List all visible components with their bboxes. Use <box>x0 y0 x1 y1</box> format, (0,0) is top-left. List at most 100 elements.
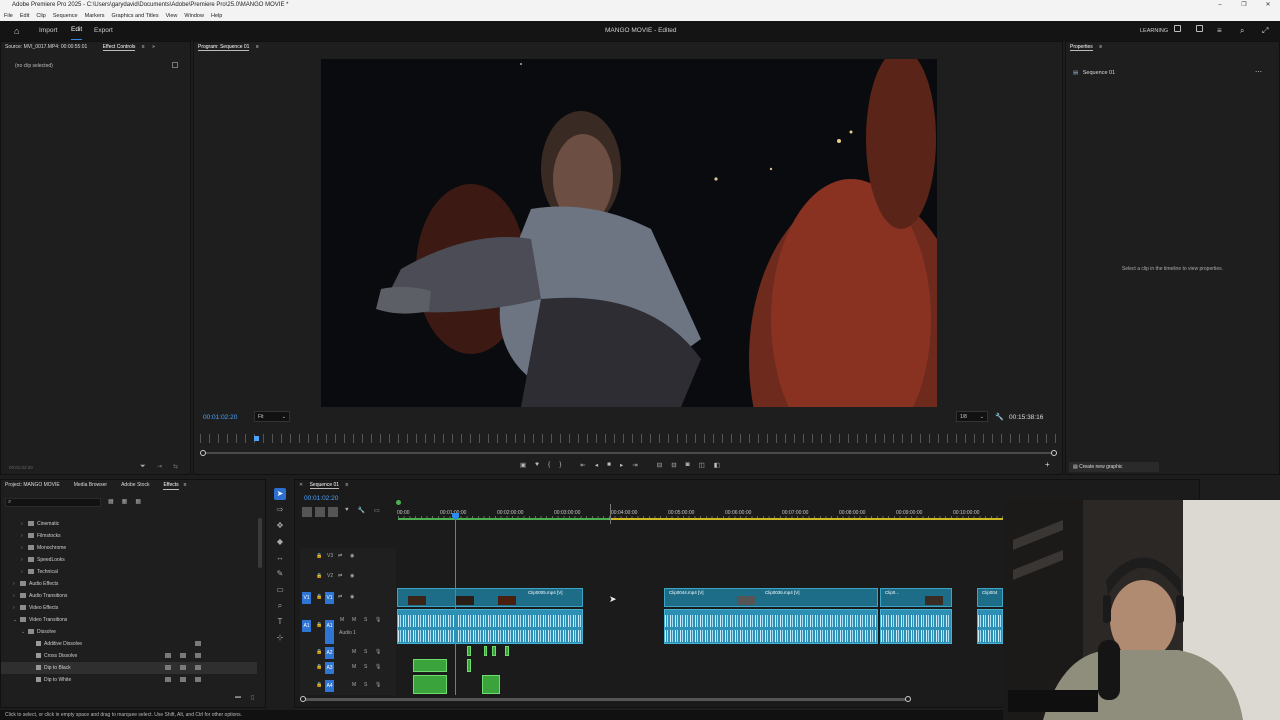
eye-icon[interactable]: ◉ <box>350 553 354 559</box>
extract-icon[interactable]: ⊟ <box>671 461 676 469</box>
audio-clip-a3[interactable] <box>413 659 447 672</box>
type-tool-icon[interactable]: T <box>274 616 286 628</box>
ripple-edit-tool-icon[interactable]: ✥ <box>274 520 286 532</box>
delete-icon[interactable]: ▯ <box>251 694 254 701</box>
audio-clip-a2[interactable] <box>467 646 471 656</box>
selection-tool-icon[interactable]: ➤ <box>274 488 286 500</box>
effects-scrollbar[interactable] <box>258 518 262 568</box>
tab-project[interactable]: Project: MANGO MOVIE <box>5 480 60 490</box>
mute-a1-button[interactable]: M <box>352 617 356 623</box>
disclosure-chevron-icon[interactable]: › <box>13 578 20 590</box>
in-point-marker[interactable] <box>396 500 401 505</box>
menu-window[interactable]: Window <box>184 11 204 21</box>
track-target-a4[interactable]: A4 <box>325 680 334 692</box>
audio-clip-a4[interactable] <box>413 675 447 694</box>
add-marker-icon[interactable]: ♥ <box>535 461 539 469</box>
effect-folder[interactable]: ⌄ Video Transitions <box>1 614 257 626</box>
audio-clip[interactable] <box>397 609 583 644</box>
fullscreen-icon[interactable]: ⤢ <box>1262 21 1268 41</box>
slip-tool-icon[interactable]: ↔ <box>274 552 286 564</box>
solo-a3-button[interactable]: S <box>364 664 367 670</box>
tab-adobe-stock[interactable]: Adobe Stock <box>121 480 149 490</box>
resolution-select[interactable]: 1/8 ⌄ <box>956 411 988 422</box>
track-target-a1[interactable]: A1 <box>325 620 334 644</box>
remix-tool-icon[interactable]: ⊹ <box>274 632 286 644</box>
source-patch-a1[interactable]: A1 <box>302 620 311 632</box>
menu-clip[interactable]: Clip <box>36 11 45 21</box>
accelerated-effects-icon[interactable]: ▦ <box>108 498 114 505</box>
tab-properties[interactable]: Properties <box>1070 44 1093 51</box>
proxy-icon[interactable]: ◧ <box>714 461 720 469</box>
hand-tool-icon[interactable]: ⌕ <box>274 600 286 612</box>
lift-clip-icon[interactable]: ⊟ <box>657 461 662 469</box>
mute-a2-button[interactable]: M <box>352 649 356 655</box>
audio-clip[interactable] <box>880 609 952 644</box>
microphone-icon[interactable]: 🎙 <box>375 664 381 670</box>
effect-folder[interactable]: › Filmstocks <box>1 530 257 542</box>
nest-icon[interactable] <box>302 507 312 517</box>
step-back-icon[interactable]: ◂ <box>595 461 598 469</box>
effect-folder[interactable]: ⌄ Dissolve <box>1 626 257 638</box>
menu-edit[interactable]: Edit <box>20 11 29 21</box>
video-clip[interactable]: Clip0044.mp4 [V] Clip0036.mp4 [V] <box>664 588 878 607</box>
menu-view[interactable]: View <box>166 11 178 21</box>
pen-tool-icon[interactable]: ✎ <box>274 568 286 580</box>
program-time-ruler[interactable] <box>200 434 1058 443</box>
disclosure-chevron-icon[interactable]: › <box>21 566 28 578</box>
disclosure-chevron-icon[interactable]: › <box>13 590 20 602</box>
audio-clip-a2[interactable] <box>505 646 509 656</box>
home-icon[interactable]: ⌂ <box>14 21 19 41</box>
filter-icon[interactable]: ⏷ <box>140 463 146 471</box>
properties-menu-icon[interactable]: ≡ <box>1099 44 1102 50</box>
lock-icon[interactable]: 🔒 <box>316 664 322 670</box>
lock-icon[interactable]: 🔒 <box>316 649 322 655</box>
add-marker-icon[interactable]: ♥ <box>345 507 349 517</box>
video-clip[interactable]: Clip004 <box>977 588 1003 607</box>
lock-icon[interactable]: 🔒 <box>316 553 322 559</box>
effect-folder[interactable]: › Technical <box>1 566 257 578</box>
microphone-icon[interactable]: 🎙 <box>375 682 381 688</box>
effect-folder[interactable]: › Video Effects <box>1 602 257 614</box>
solo-a2-button[interactable]: S <box>364 649 367 655</box>
audio-clip-a4[interactable] <box>482 675 500 694</box>
more-options-icon[interactable]: ⋯ <box>1255 68 1262 76</box>
add-button-icon[interactable]: + <box>1045 460 1050 469</box>
menu-graphics[interactable]: Graphics and Titles <box>112 11 159 21</box>
close-icon[interactable]: ✕ <box>299 482 303 488</box>
razor-tool-icon[interactable]: ◆ <box>274 536 286 548</box>
play-audio-icon[interactable]: ⇥ <box>157 463 162 470</box>
effect-item[interactable]: Cross Dissolve <box>1 650 257 662</box>
disclosure-chevron-icon[interactable]: › <box>13 602 20 614</box>
solo-a4-button[interactable]: S <box>364 682 367 688</box>
eye-icon[interactable]: ◉ <box>350 573 354 579</box>
lock-icon[interactable]: 🔒 <box>316 682 322 688</box>
lock-icon[interactable]: 🔒 <box>316 594 322 600</box>
timeline-settings-icon[interactable]: 🔧 <box>358 507 365 517</box>
yuv-effects-icon[interactable]: ▦ <box>135 498 141 505</box>
disclosure-chevron-icon[interactable]: ⌄ <box>21 626 28 638</box>
audio-clip-a3[interactable] <box>467 659 471 672</box>
export-frame-icon[interactable]: ◙ <box>686 461 690 469</box>
32bit-effects-icon[interactable]: ▦ <box>122 498 128 505</box>
tab-program[interactable]: Program: Sequence 01 <box>198 44 250 51</box>
mute-a4-button[interactable]: M <box>352 682 356 688</box>
program-zoom-bar[interactable] <box>202 452 1056 454</box>
sync-lock-icon[interactable]: ⇄ <box>338 573 342 579</box>
mute-a1[interactable]: M <box>340 617 344 623</box>
tab-effects[interactable]: Effects <box>163 480 179 490</box>
stop-icon[interactable]: ■ <box>607 461 611 469</box>
track-target-a2[interactable]: A2 <box>325 647 334 659</box>
menu-sequence[interactable]: Sequence <box>53 11 78 21</box>
tab-source[interactable]: Source: MVI_0017.MP4: 00:00:55:01 <box>5 44 87 50</box>
lock-icon[interactable]: 🔒 <box>316 622 322 628</box>
zoom-handle-right[interactable] <box>1051 450 1057 456</box>
go-to-out-icon[interactable]: ⇥ <box>632 461 637 469</box>
disclosure-chevron-icon[interactable]: › <box>21 530 28 542</box>
effect-folder[interactable]: › Monochrome <box>1 542 257 554</box>
menu-icon[interactable]: ≡ <box>1217 21 1222 41</box>
tab-media-browser[interactable]: Media Browser <box>74 480 107 490</box>
tab-effect-controls[interactable]: Effect Controls <box>102 44 136 51</box>
disclosure-chevron-icon[interactable]: › <box>21 542 28 554</box>
effect-folder[interactable]: › SpeedLooks <box>1 554 257 566</box>
effect-item[interactable]: Dip to Black <box>1 662 257 674</box>
